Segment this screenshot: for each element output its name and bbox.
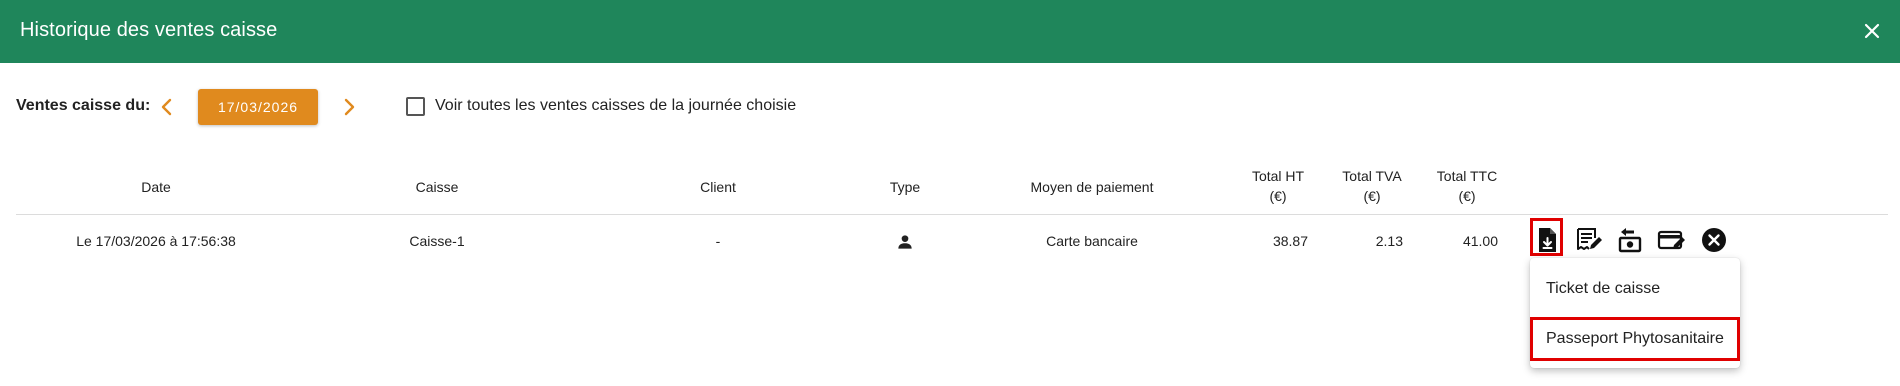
cancel-icon[interactable]: [1699, 225, 1729, 255]
menu-item-ticket-de-caisse[interactable]: Ticket de caisse: [1530, 267, 1740, 311]
next-day-chevron-right-icon[interactable]: [338, 96, 360, 118]
menu-item-passeport-phytosanitaire[interactable]: Passeport Phytosanitaire: [1530, 317, 1740, 361]
previous-day-chevron-left-icon[interactable]: [156, 96, 178, 118]
edit-receipt-icon[interactable]: [1574, 225, 1604, 255]
header-total-ht-unit: (€): [1269, 188, 1287, 204]
dialog-title: Historique des ventes caisse: [20, 19, 278, 41]
cell-date: Le 17/03/2026 à 17:56:38: [76, 233, 236, 249]
header-total-ttc-label: Total TTC: [1436, 168, 1498, 184]
header-total-ttc[interactable]: Total TTC (€): [1427, 166, 1507, 206]
header-client[interactable]: Client: [658, 177, 778, 197]
ventes-label: Ventes caisse du:: [16, 97, 151, 114]
date-toolbar: Ventes caisse du: 17/03/2026 Voir toutes…: [0, 88, 1900, 126]
all-sales-checkbox-label[interactable]: Voir toutes les ventes caisses de la jou…: [435, 97, 796, 115]
date-picker-button[interactable]: 17/03/2026: [198, 89, 318, 125]
cell-caisse: Caisse-1: [409, 233, 465, 249]
header-total-tva-unit: (€): [1363, 188, 1381, 204]
edit-card-icon[interactable]: [1657, 225, 1687, 255]
cell-moyen-paiement: Carte bancaire: [1046, 233, 1138, 249]
dialog-header: Historique des ventes caisse: [0, 0, 1900, 63]
header-divider: [16, 214, 1888, 215]
download-document-icon[interactable]: [1532, 225, 1562, 255]
all-sales-checkbox[interactable]: [406, 97, 425, 116]
header-total-ht[interactable]: Total HT (€): [1238, 166, 1318, 206]
cell-total-ttc: 41.00: [1462, 233, 1498, 249]
header-total-ttc-unit: (€): [1458, 188, 1476, 204]
cell-total-ht: 38.87: [1272, 233, 1308, 249]
close-icon[interactable]: [1860, 19, 1884, 43]
person-icon: [893, 232, 917, 252]
header-caisse[interactable]: Caisse: [377, 177, 497, 197]
cash-return-icon[interactable]: [1615, 225, 1645, 255]
header-moyen-paiement[interactable]: Moyen de paiement: [1002, 177, 1182, 197]
cell-total-tva: 2.13: [1375, 233, 1403, 249]
cell-client: -: [715, 233, 721, 249]
download-dropdown-menu: Ticket de caisse Passeport Phytosanitair…: [1530, 258, 1740, 368]
header-date[interactable]: Date: [96, 177, 216, 197]
header-total-ht-label: Total HT: [1251, 168, 1305, 184]
header-type[interactable]: Type: [845, 177, 965, 197]
header-total-tva[interactable]: Total TVA (€): [1332, 166, 1412, 206]
header-total-tva-label: Total TVA: [1342, 168, 1402, 184]
